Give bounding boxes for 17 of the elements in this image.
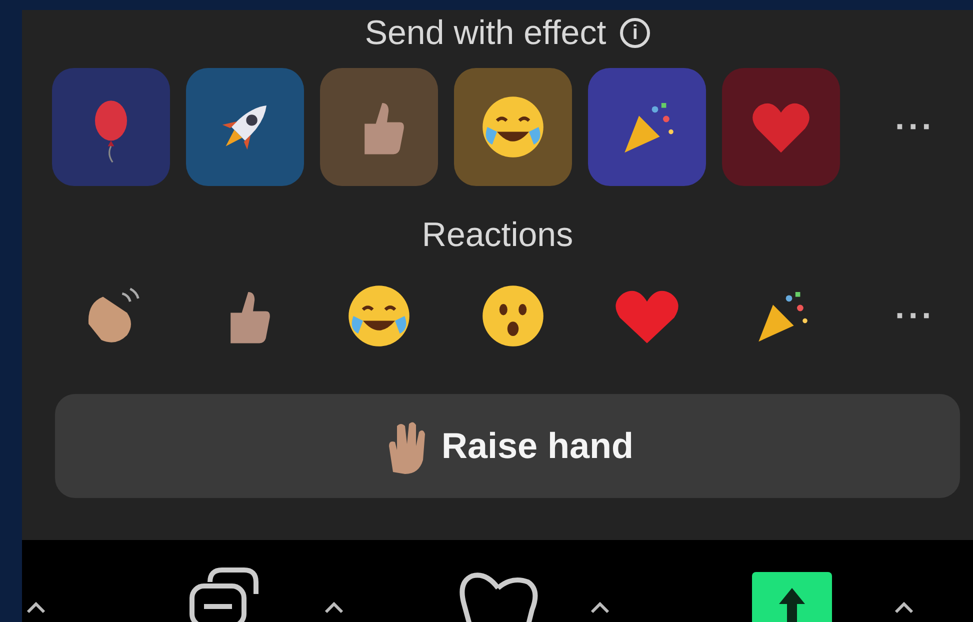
info-icon[interactable]: i [620, 18, 650, 48]
effect-button[interactable] [186, 68, 304, 186]
chat-icon[interactable] [188, 566, 260, 622]
share-button[interactable] [752, 572, 832, 622]
more-button[interactable]: ··· [856, 108, 973, 146]
effect-button[interactable] [454, 68, 572, 186]
up-arrow-icon [777, 586, 807, 622]
raise-hand-button[interactable]: Raise hand [55, 394, 960, 498]
more-button[interactable]: ··· [856, 296, 973, 336]
caret-icon[interactable] [588, 600, 612, 614]
section-title: Send with effect [364, 14, 606, 52]
caret-icon[interactable] [24, 600, 48, 614]
effect-button[interactable] [588, 68, 706, 186]
caret-icon[interactable] [892, 600, 916, 614]
section-title: Reactions [422, 216, 574, 254]
effect-button[interactable] [320, 68, 438, 186]
caret-icon[interactable] [322, 600, 346, 614]
